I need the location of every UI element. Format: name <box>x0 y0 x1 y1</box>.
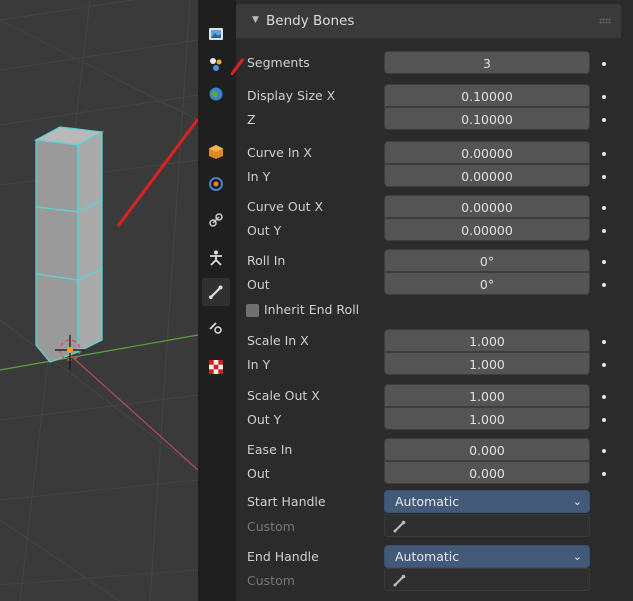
bone-icon <box>393 520 406 533</box>
curve-in-x-field[interactable]: 0.00000 <box>384 141 590 164</box>
keyframe-dot[interactable] <box>602 175 606 179</box>
bone-tab[interactable] <box>202 278 230 306</box>
bendy-bone-mesh <box>33 126 105 363</box>
keyframe-dot[interactable] <box>602 260 606 264</box>
properties-panel: ▼ Bendy Bones Segments 3 Display Size X … <box>231 0 633 601</box>
start-handle-label: Start Handle <box>247 494 326 509</box>
chevron-down-icon: ⌄ <box>572 550 582 563</box>
constraints-tab[interactable] <box>202 206 230 234</box>
properties-tabs <box>198 0 236 601</box>
scale-in-x-label: Scale In X <box>247 333 309 348</box>
display-size-z-label: Z <box>247 112 256 127</box>
scale-in-y-label: In Y <box>247 357 271 372</box>
scale-out-x-label: Scale Out X <box>247 388 320 403</box>
start-custom-bone-picker[interactable] <box>384 514 590 537</box>
cube-icon <box>209 145 223 159</box>
end-handle-label: End Handle <box>247 549 319 564</box>
physics-tab[interactable] <box>202 170 230 198</box>
segments-field[interactable]: 3 <box>384 51 590 74</box>
keyframe-dot[interactable] <box>602 95 606 99</box>
keyframe-dot[interactable] <box>602 283 606 287</box>
display-size-x-field[interactable]: 0.10000 <box>384 84 590 107</box>
ease-in-field[interactable]: 0.000 <box>384 438 590 461</box>
curve-out-x-field[interactable]: 0.00000 <box>384 195 590 218</box>
keyframe-dot[interactable] <box>602 229 606 233</box>
keyframe-dot[interactable] <box>602 363 606 367</box>
ease-out-label: Out <box>247 466 270 481</box>
chevron-down-icon: ⌄ <box>572 495 582 508</box>
curve-out-y-label: Out Y <box>247 223 282 238</box>
world-tab[interactable] <box>202 80 230 108</box>
scale-out-x-field[interactable]: 1.000 <box>384 384 590 407</box>
keyframe-dot[interactable] <box>602 62 606 66</box>
keyframe-dot[interactable] <box>602 118 606 122</box>
scene-icon <box>210 58 222 71</box>
checker-texture-icon <box>209 360 223 374</box>
end-custom-bone-picker[interactable] <box>384 568 590 591</box>
bone-icon <box>393 574 406 587</box>
texture-tab[interactable] <box>202 353 230 381</box>
keyframe-dot[interactable] <box>602 472 606 476</box>
inherit-end-roll-label: Inherit End Roll <box>264 302 360 317</box>
render-tab[interactable] <box>202 20 230 48</box>
annotation-arrow-left <box>116 118 198 227</box>
scale-in-x-field[interactable]: 1.000 <box>384 329 590 352</box>
annotation-arrow-right <box>231 58 245 75</box>
scale-in-y-field[interactable]: 1.000 <box>384 352 590 375</box>
roll-out-field[interactable]: 0° <box>384 272 590 295</box>
curve-in-x-label: Curve In X <box>247 145 312 160</box>
ease-in-label: Ease In <box>247 442 293 457</box>
end-custom-label: Custom <box>247 573 295 588</box>
display-size-x-label: Display Size X <box>247 88 336 103</box>
ease-out-field[interactable]: 0.000 <box>384 461 590 484</box>
scale-out-y-field[interactable]: 1.000 <box>384 407 590 430</box>
scale-out-y-label: Out Y <box>247 412 282 427</box>
bone-icon <box>209 285 223 299</box>
keyframe-dot[interactable] <box>602 418 606 422</box>
panel-title: Bendy Bones <box>266 13 355 29</box>
3d-viewport[interactable] <box>0 0 198 601</box>
start-custom-label: Custom <box>247 519 295 534</box>
inherit-end-roll-checkbox[interactable] <box>246 304 259 317</box>
roll-in-field[interactable]: 0° <box>384 249 590 272</box>
curve-in-y-label: In Y <box>247 169 271 184</box>
bone-constraint-icon <box>209 322 222 334</box>
roll-in-label: Roll In <box>247 253 286 268</box>
end-handle-dropdown[interactable]: Automatic ⌄ <box>384 545 590 568</box>
end-handle-value: Automatic <box>395 549 460 564</box>
viewport-scene <box>0 0 198 601</box>
armature-icon <box>210 250 222 266</box>
object-data-tab[interactable] <box>202 244 230 272</box>
curve-out-y-field[interactable]: 0.00000 <box>384 218 590 241</box>
display-size-z-field[interactable]: 0.10000 <box>384 107 590 130</box>
object-tab[interactable] <box>202 138 230 166</box>
keyframe-dot[interactable] <box>602 206 606 210</box>
curve-out-x-label: Curve Out X <box>247 199 324 214</box>
scene-tab[interactable] <box>202 50 230 78</box>
collapse-triangle-icon: ▼ <box>252 15 259 25</box>
roll-out-label: Out <box>247 277 270 292</box>
physics-icon <box>209 177 223 191</box>
image-icon <box>209 28 223 40</box>
curve-in-y-field[interactable]: 0.00000 <box>384 164 590 187</box>
keyframe-dot[interactable] <box>602 449 606 453</box>
start-handle-dropdown[interactable]: Automatic ⌄ <box>384 490 590 513</box>
bone-constraints-tab[interactable] <box>202 314 230 342</box>
keyframe-dot[interactable] <box>602 340 606 344</box>
keyframe-dot[interactable] <box>602 152 606 156</box>
bendy-bones-header[interactable]: ▼ Bendy Bones <box>236 4 621 38</box>
drag-grip-icon[interactable] <box>599 18 611 24</box>
keyframe-dot[interactable] <box>602 395 606 399</box>
link-icon <box>209 213 223 227</box>
x-axis-line <box>69 354 198 471</box>
start-handle-value: Automatic <box>395 494 460 509</box>
world-icon <box>209 87 223 101</box>
